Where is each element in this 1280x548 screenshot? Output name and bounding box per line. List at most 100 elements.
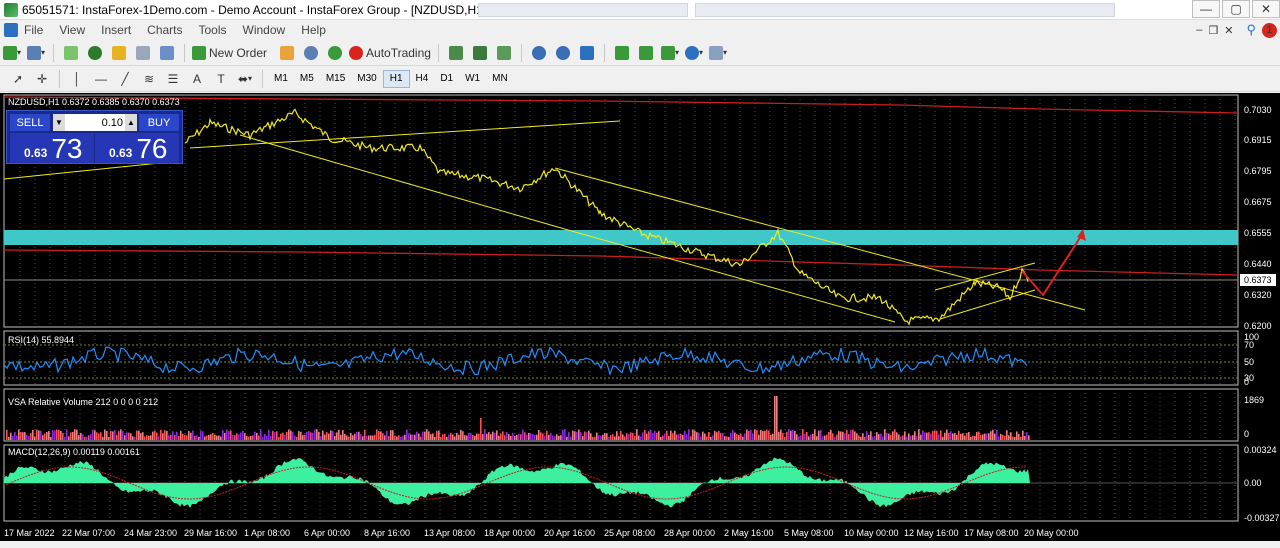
cursor-button[interactable]: ➚ xyxy=(8,69,28,89)
vsa-bar xyxy=(436,430,438,440)
vsa-bar xyxy=(130,433,132,440)
minimize-button[interactable]: — xyxy=(1192,0,1220,18)
text-button[interactable]: A xyxy=(187,69,207,89)
child-minimize-button[interactable]: – xyxy=(1196,24,1202,36)
horizontal-line-button[interactable]: — xyxy=(91,69,111,89)
chart-document-icon[interactable] xyxy=(4,23,18,37)
timeframe-h1[interactable]: H1 xyxy=(382,69,410,88)
vsa-bar xyxy=(788,429,790,440)
sell-button[interactable]: SELL xyxy=(10,114,50,131)
vsa-bar xyxy=(568,432,570,440)
lot-increase-icon[interactable]: ▲ xyxy=(125,114,137,131)
text-label-button[interactable]: T xyxy=(211,69,231,89)
vsa-bar xyxy=(92,429,94,440)
timeframe-m5[interactable]: M5 xyxy=(294,70,320,88)
new-chart-button[interactable]: ▾ xyxy=(2,43,22,63)
menu-insert[interactable]: Insert xyxy=(101,23,131,37)
timeframe-mn[interactable]: MN xyxy=(486,70,514,88)
vsa-bar xyxy=(86,436,88,440)
profiles-button[interactable]: ▾ xyxy=(26,43,46,63)
timeframe-d1[interactable]: D1 xyxy=(434,70,459,88)
vsa-bar xyxy=(602,434,604,440)
vsa-bar xyxy=(512,432,514,440)
autotrading-button[interactable]: AutoTrading xyxy=(349,43,431,63)
bar-chart-button[interactable] xyxy=(446,43,466,63)
market-button[interactable] xyxy=(325,43,345,63)
crosshair-button[interactable]: ✛ xyxy=(32,69,52,89)
vsa-bar xyxy=(468,433,470,440)
menu-charts[interactable]: Charts xyxy=(147,23,182,37)
terminal-button[interactable] xyxy=(133,43,153,63)
vsa-bar xyxy=(246,436,248,440)
fibonacci-button[interactable]: ☰ xyxy=(163,69,183,89)
signals-button[interactable] xyxy=(301,43,321,63)
search-icon[interactable]: ⚲ xyxy=(1246,22,1256,38)
vsa-bar xyxy=(934,430,936,440)
price-chart[interactable]: NZDUSD,H1 0.6372 0.6385 0.6370 0.6373 RS… xyxy=(0,93,1280,541)
menu-tools[interactable]: Tools xyxy=(199,23,227,37)
price-line xyxy=(184,108,1029,326)
data-window-button[interactable] xyxy=(85,43,105,63)
vsa-bar xyxy=(882,436,884,440)
background-tab[interactable] xyxy=(478,3,688,17)
menu-file[interactable]: File xyxy=(24,23,43,37)
vsa-bar xyxy=(88,435,90,440)
vsa-bar xyxy=(252,435,254,440)
child-restore-button[interactable]: ❐ xyxy=(1208,24,1218,37)
trendline-button[interactable]: ╱ xyxy=(115,69,135,89)
vsa-bar xyxy=(966,433,968,440)
indicators-button[interactable]: ▾ xyxy=(660,43,680,63)
vsa-bar xyxy=(504,435,506,440)
zoom-in-button[interactable] xyxy=(529,43,549,63)
menu-window[interactable]: Window xyxy=(243,23,286,37)
chart-shift-button[interactable] xyxy=(636,43,656,63)
arrows-button[interactable]: ⬌ ▾ xyxy=(235,69,255,89)
candlestick-icon xyxy=(472,45,487,60)
vsa-bar xyxy=(180,430,182,440)
zoom-out-button[interactable] xyxy=(553,43,573,63)
menu-help[interactable]: Help xyxy=(301,23,326,37)
vsa-bar xyxy=(826,434,828,440)
vsa-bar xyxy=(770,434,772,440)
background-tab[interactable] xyxy=(695,3,1115,17)
close-button[interactable]: ✕ xyxy=(1252,0,1280,18)
vsa-bar xyxy=(738,435,740,440)
metaeditor-button[interactable] xyxy=(277,43,297,63)
maximize-button[interactable]: ▢ xyxy=(1222,0,1250,18)
vsa-bar xyxy=(70,432,72,440)
vsa-bar xyxy=(628,434,630,440)
new-order-button[interactable]: New Order xyxy=(192,43,267,63)
timeframe-m30[interactable]: M30 xyxy=(351,70,382,88)
menu-view[interactable]: View xyxy=(59,23,85,37)
rsi-label: RSI(14) 55.8944 xyxy=(8,335,74,345)
time-axis-label: 28 Apr 00:00 xyxy=(664,528,715,538)
bid-price-button[interactable]: 0.63 73 xyxy=(10,133,94,163)
vsa-bar xyxy=(108,436,110,440)
market-watch-button[interactable] xyxy=(61,43,81,63)
candlesticks-button[interactable] xyxy=(470,43,490,63)
timeframe-m15[interactable]: M15 xyxy=(320,70,351,88)
vsa-bar xyxy=(378,431,380,440)
timeframe-w1[interactable]: W1 xyxy=(459,70,486,88)
ask-price-button[interactable]: 0.63 76 xyxy=(95,133,179,163)
lot-decrease-icon[interactable]: ▼ xyxy=(53,114,65,131)
channel-button[interactable]: ≋ xyxy=(139,69,159,89)
vertical-line-button[interactable]: │ xyxy=(67,69,87,89)
notification-badge[interactable]: 1 xyxy=(1262,22,1277,38)
autoscroll-button[interactable] xyxy=(612,43,632,63)
vsa-bar xyxy=(286,431,288,440)
chart-window[interactable]: NZDUSD,H1 0.6372 0.6385 0.6370 0.6373 RS… xyxy=(0,93,1280,541)
timeframe-m1[interactable]: M1 xyxy=(268,70,294,88)
buy-button[interactable]: BUY xyxy=(139,114,179,131)
line-chart-button[interactable] xyxy=(494,43,514,63)
vsa-bar xyxy=(310,432,312,440)
navigator-button[interactable] xyxy=(109,43,129,63)
templates-button[interactable]: ▾ xyxy=(708,43,728,63)
strategy-tester-button[interactable] xyxy=(157,43,177,63)
child-close-button[interactable]: ✕ xyxy=(1224,24,1233,37)
time-axis-label: 5 May 08:00 xyxy=(784,528,834,538)
tile-windows-button[interactable] xyxy=(577,43,597,63)
timeframe-h4[interactable]: H4 xyxy=(410,70,435,88)
periods-button[interactable]: ▾ xyxy=(684,43,704,63)
vsa-bar xyxy=(700,436,702,440)
